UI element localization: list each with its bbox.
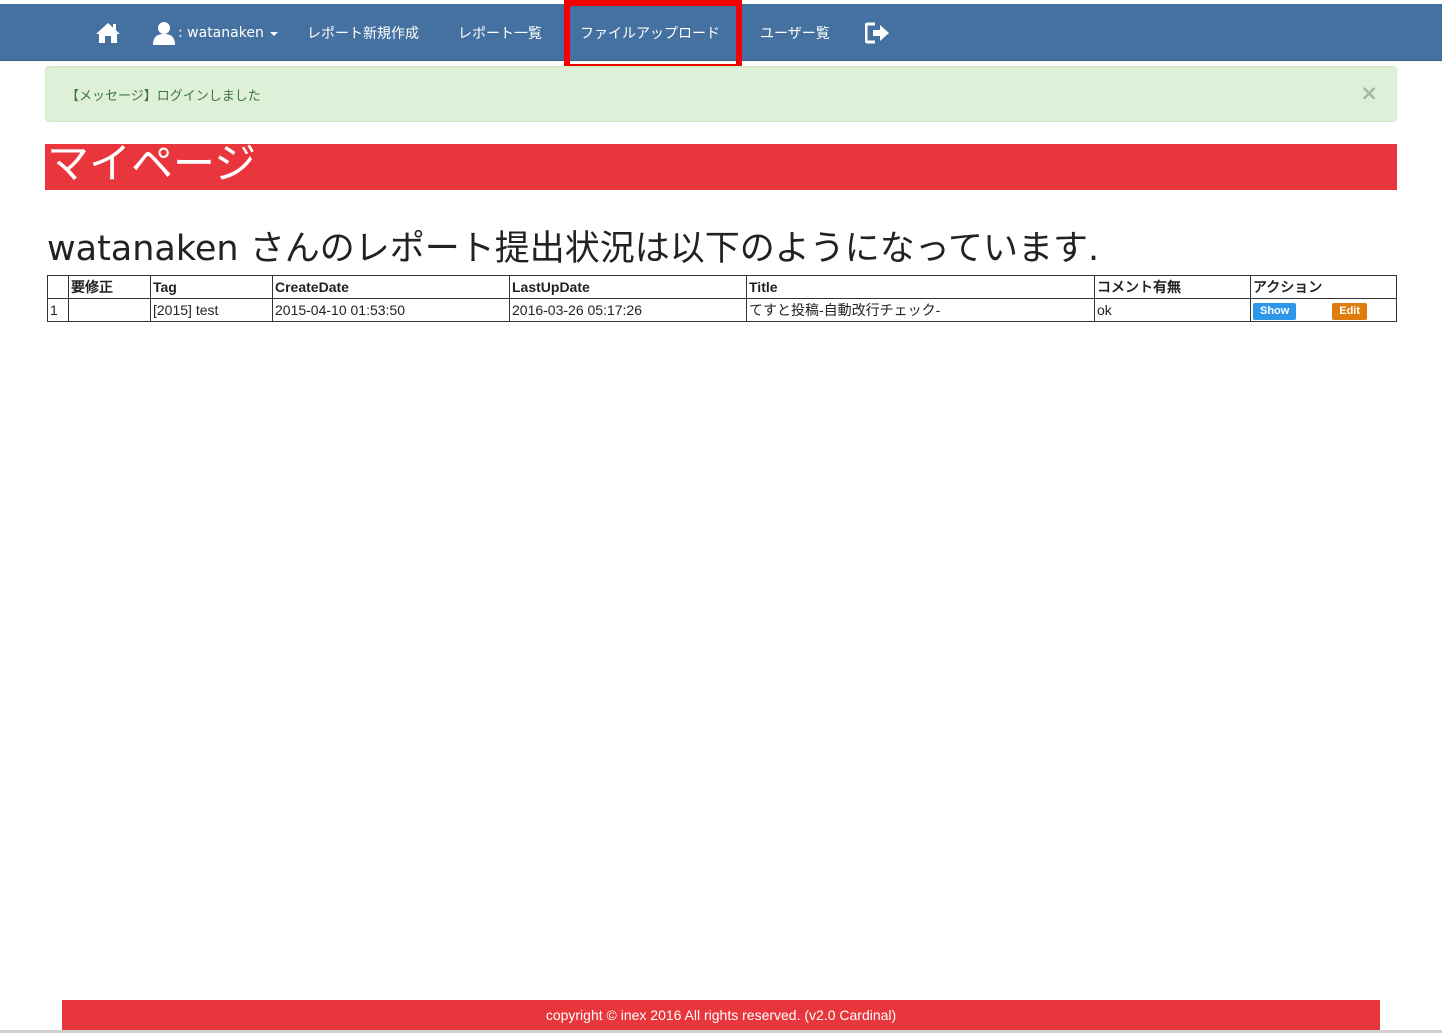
col-header-action: アクション (1250, 275, 1397, 299)
col-header-no (47, 275, 69, 299)
report-table: 要修正 Tag CreateDate LastUpDate Title コメント… (47, 275, 1397, 322)
nav-file-upload-label: ファイルアップロード (580, 25, 720, 42)
col-header-comment: コメント有無 (1094, 275, 1251, 299)
table-row: 1 [2015] test 2015-04-10 01:53:50 2016-0… (47, 298, 1397, 322)
cell-last-update: 2016-03-26 05:17:26 (509, 298, 747, 322)
col-header-last-update: LastUpDate (509, 275, 747, 299)
user-icon (153, 21, 175, 45)
cell-needs-fix (68, 298, 151, 322)
nav-new-report-label: レポート新規作成 (307, 25, 419, 42)
cell-comment: ok (1094, 298, 1251, 322)
user-menu-dropdown[interactable]: : watanaken (152, 4, 278, 61)
home-icon (96, 22, 120, 43)
close-icon[interactable]: × (1360, 81, 1378, 105)
sign-out-icon (865, 22, 889, 43)
cell-tag: [2015] test (150, 298, 273, 322)
edit-button[interactable]: Edit (1332, 302, 1368, 320)
col-header-needs-fix: 要修正 (68, 275, 151, 299)
login-alert: 【メッセージ】ログインしました × (45, 66, 1397, 122)
cell-no: 1 (47, 298, 69, 322)
nav-report-list-label: レポート一覧 (458, 25, 542, 42)
nav-user-list[interactable]: ユーザー覧 (760, 4, 830, 61)
chevron-down-icon (269, 31, 278, 36)
col-header-create-date: CreateDate (272, 275, 510, 299)
footer: copyright © inex 2016 All rights reserve… (62, 1000, 1380, 1033)
user-menu-label: : watanaken (178, 24, 264, 41)
col-header-title: Title (746, 275, 1095, 299)
home-link[interactable] (95, 4, 121, 61)
nav-user-list-label: ユーザー覧 (760, 25, 830, 42)
page-title: マイページ (47, 139, 257, 188)
nav-new-report[interactable]: レポート新規作成 (307, 4, 419, 61)
cell-actions: Show Edit (1250, 298, 1397, 322)
page-title-banner: マイページ (45, 140, 1397, 190)
table-header-row: 要修正 Tag CreateDate LastUpDate Title コメント… (47, 275, 1397, 299)
nav-file-upload[interactable]: ファイルアップロード (580, 4, 720, 61)
cell-title: てすと投稿-自動改行チェック- (746, 298, 1095, 322)
col-header-tag: Tag (150, 275, 273, 299)
show-button[interactable]: Show (1253, 302, 1297, 320)
top-navbar: : watanaken レポート新規作成 レポート一覧 ファイルアップロード ユ… (0, 4, 1442, 61)
status-heading: watanaken さんのレポート提出状況は以下のようになっています. (47, 229, 1100, 269)
cell-create-date: 2015-04-10 01:53:50 (272, 298, 510, 322)
alert-message: 【メッセージ】ログインしました (66, 89, 261, 104)
nav-report-list[interactable]: レポート一覧 (458, 4, 542, 61)
logout-link[interactable] (865, 4, 891, 61)
